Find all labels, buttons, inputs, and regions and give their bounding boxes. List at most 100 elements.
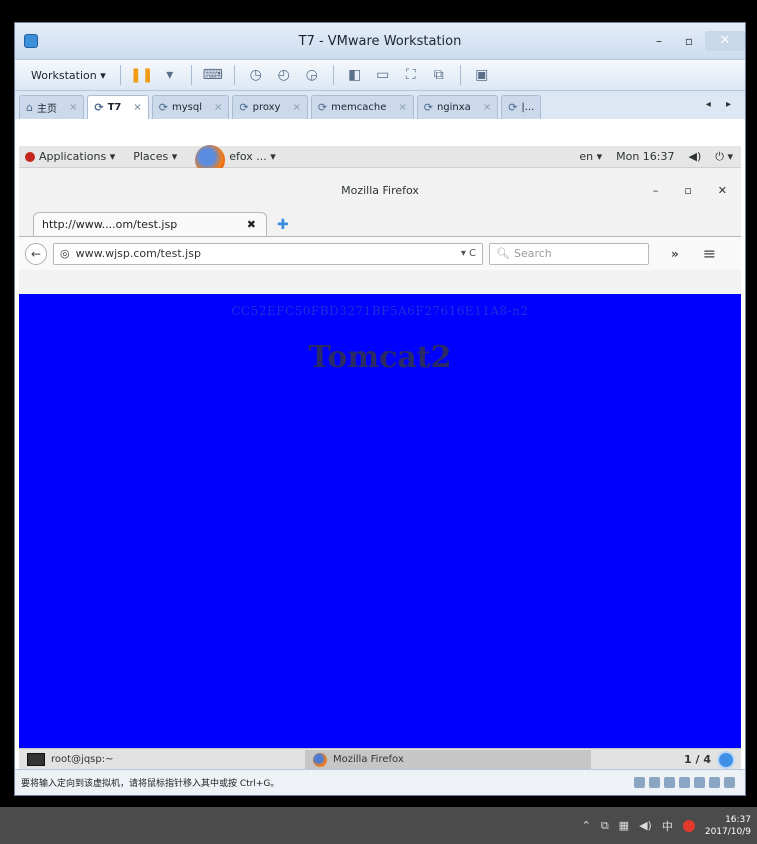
revert-snapshot-icon[interactable]: ◴: [273, 64, 295, 86]
vm-icon: ⟳: [94, 101, 104, 114]
close-icon[interactable]: ×: [69, 102, 77, 113]
volume-icon[interactable]: ◀): [689, 150, 702, 163]
hamburger-menu-icon[interactable]: ≡: [703, 244, 716, 263]
vm-icon: ⟳: [239, 101, 249, 114]
firefox-minimize-button[interactable]: –: [653, 184, 659, 197]
vm-icon: ⟳: [317, 101, 328, 114]
vm-tab-home[interactable]: ⌂ 主页 ×: [19, 95, 85, 119]
firefox-app-menu-label: efox ... ▾: [229, 150, 276, 163]
toolbar-overflow-button[interactable]: »: [671, 247, 679, 261]
firefox-maximize-button[interactable]: ▫: [684, 184, 691, 197]
vmware-titlebar[interactable]: T7 - VMware Workstation – ▫ ✕: [15, 23, 745, 59]
fullscreen-icon[interactable]: ⛶: [400, 64, 422, 86]
guest-taskbar: root@jqsp:~ Mozilla Firefox 1 / 4: [19, 748, 741, 770]
url-text: www.wjsp.com/test.jsp: [75, 247, 201, 260]
back-button[interactable]: ←: [25, 242, 47, 265]
workspace-indicator[interactable]: 1 / 4: [684, 753, 711, 766]
tab-scroll-arrows[interactable]: ◂ ▸: [706, 99, 737, 110]
gnome-clock[interactable]: Mon 16:37: [616, 150, 674, 163]
vm-tab-label: proxy: [252, 102, 281, 113]
page-title: Tomcat2: [308, 340, 452, 375]
tray-volume-icon[interactable]: ◀): [639, 819, 652, 832]
tray-ime-indicator[interactable]: 中: [662, 818, 673, 834]
host-date: 2017/10/9: [704, 826, 751, 837]
taskbar-item-label: Mozilla Firefox: [333, 754, 404, 765]
reload-icon[interactable]: ▾ C: [461, 248, 476, 259]
snapshot-icon[interactable]: ◷: [245, 64, 267, 86]
tray-vmware-icon[interactable]: ▦: [619, 819, 629, 832]
workstation-menu[interactable]: Workstation ▾: [27, 67, 110, 84]
applications-icon: [25, 151, 35, 162]
tray-overflow-icon[interactable]: ⌃: [582, 819, 591, 832]
vmware-statusbar: 要将输入定向到该虚拟机，请将鼠标指针移入其中或按 Ctrl+G。: [15, 769, 745, 795]
close-button[interactable]: ✕: [705, 31, 745, 51]
usb-icon[interactable]: [679, 777, 690, 788]
vm-tab-memcache[interactable]: ⟳ memcache ×: [310, 95, 414, 119]
firefox-window-title: Mozilla Firefox: [341, 183, 419, 197]
pause-dropdown-icon[interactable]: ▾: [159, 64, 181, 86]
places-menu[interactable]: Places ▾: [133, 150, 177, 163]
firefox-tab-title: http://www....om/test.jsp: [42, 218, 178, 231]
places-menu-label: Places ▾: [133, 150, 178, 163]
firefox-tab-bar: http://www....om/test.jsp ✖ ✚: [19, 212, 741, 236]
hard-disk-icon[interactable]: [634, 777, 645, 788]
home-icon: ⌂: [26, 101, 33, 114]
firefox-close-button[interactable]: ✕: [718, 184, 727, 197]
thumbnail-view-icon[interactable]: ▣: [471, 64, 493, 86]
close-icon[interactable]: ×: [483, 102, 491, 113]
power-icon[interactable]: ⏻ ▾: [715, 150, 733, 164]
send-keys-icon[interactable]: ⌨: [202, 64, 224, 86]
printer-icon[interactable]: [709, 777, 720, 788]
terminal-icon: [27, 753, 45, 766]
host-clock[interactable]: 16:37 2017/10/9: [705, 814, 751, 838]
close-icon[interactable]: ×: [292, 102, 300, 113]
search-input[interactable]: 🔍︎ Search: [489, 242, 649, 265]
close-icon[interactable]: ×: [398, 102, 406, 113]
tray-security-icon[interactable]: [682, 819, 695, 832]
applications-menu[interactable]: Applications ▾: [25, 150, 115, 163]
device-status-icons: [634, 777, 735, 788]
sound-card-icon[interactable]: [694, 777, 705, 788]
close-icon[interactable]: ×: [133, 102, 141, 113]
vm-tab-overflow[interactable]: ⟳ |...: [501, 95, 542, 119]
unity-icon[interactable]: ⧉: [428, 64, 450, 86]
firefox-window: Mozilla Firefox – ▫ ✕ http://www....om/t…: [19, 168, 741, 748]
vm-tab-nginxa[interactable]: ⟳ nginxa ×: [416, 95, 499, 119]
vm-icon: ⟳: [158, 101, 168, 114]
close-icon[interactable]: ×: [214, 102, 222, 113]
language-selector[interactable]: en ▾: [579, 150, 602, 163]
vm-tab-bar: ⌂ 主页 × ⟳ T7 × ⟳ mysql × ⟳ proxy × ⟳ memc…: [15, 91, 745, 119]
vm-tab-label: memcache: [331, 102, 387, 113]
guest-screen[interactable]: Applications ▾ Places ▾ efox ... ▾ en ▾ …: [19, 144, 741, 770]
minimize-button[interactable]: –: [645, 32, 673, 50]
new-tab-button[interactable]: ✚: [277, 217, 289, 233]
cd-drive-icon[interactable]: [649, 777, 660, 788]
display-icon[interactable]: [724, 777, 735, 788]
tray-network-icon[interactable]: ⧉: [601, 819, 609, 833]
maximize-button[interactable]: ▫: [675, 32, 703, 50]
snapshot-manager-icon[interactable]: ◶: [301, 64, 323, 86]
vm-tab-t7[interactable]: ⟳ T7 ×: [87, 95, 149, 119]
sidebar-toggle-icon[interactable]: ◧: [344, 64, 366, 86]
firefox-tab[interactable]: http://www....om/test.jsp ✖: [33, 212, 267, 236]
toolbar-divider: [190, 65, 192, 85]
network-adapter-icon[interactable]: [664, 777, 675, 788]
workspace-switcher-icon[interactable]: [717, 750, 735, 769]
vmware-app-icon: [24, 34, 38, 48]
firefox-titlebar[interactable]: Mozilla Firefox – ▫ ✕: [19, 168, 741, 212]
vm-tab-label: mysql: [171, 102, 202, 113]
gnome-top-bar: Applications ▾ Places ▾ efox ... ▾ en ▾ …: [19, 144, 741, 175]
vm-tab-mysql[interactable]: ⟳ mysql ×: [151, 95, 230, 119]
close-icon[interactable]: ✖: [247, 218, 256, 231]
console-view-icon[interactable]: ▭: [372, 64, 394, 86]
taskbar-item-firefox[interactable]: Mozilla Firefox: [305, 749, 591, 770]
pause-icon[interactable]: ❚❚: [130, 64, 153, 86]
url-bar[interactable]: ◎ www.wjsp.com/test.jsp ▾ C: [53, 242, 483, 265]
vm-tab-proxy[interactable]: ⟳ proxy ×: [232, 95, 308, 119]
status-message: 要将输入定向到该虚拟机，请将鼠标指针移入其中或按 Ctrl+G。: [21, 779, 280, 789]
firefox-nav-bar: ← ◎ www.wjsp.com/test.jsp ▾ C 🔍︎ Search …: [19, 236, 741, 270]
applications-menu-label: Applications ▾: [39, 150, 116, 163]
vmware-window-controls: – ▫ ✕: [645, 31, 745, 51]
vm-icon: ⟳: [423, 101, 433, 114]
taskbar-item-terminal[interactable]: root@jqsp:~: [19, 750, 305, 770]
